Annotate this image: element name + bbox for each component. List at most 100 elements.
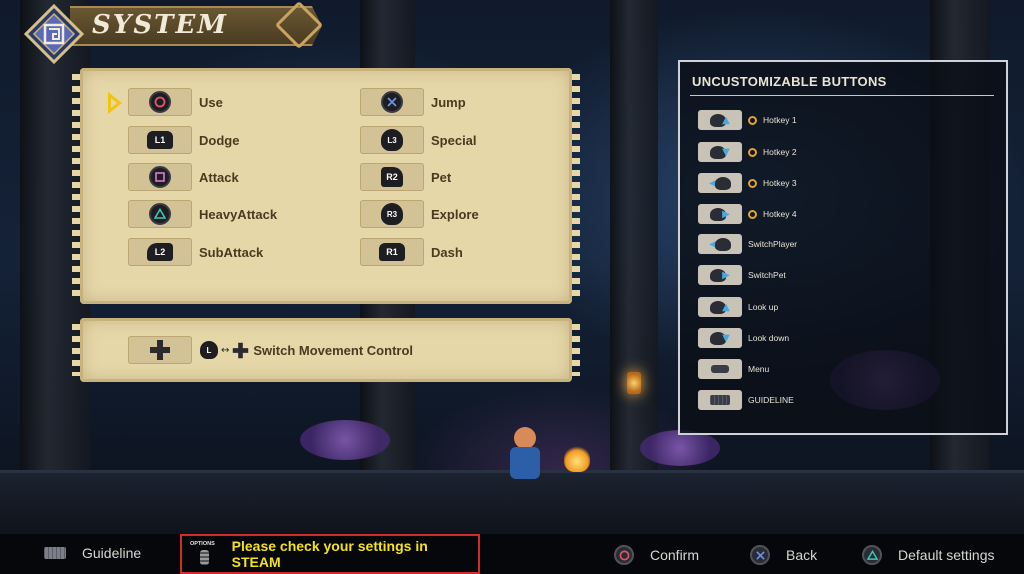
binding-label: HeavyAttack: [199, 206, 278, 222]
page-title: SYSTEM: [92, 10, 229, 40]
uncustomizable-buttons-panel: UNCUSTOMIZABLE BUTTONS ▲ Hotkey 1 ▼ Hotk…: [678, 60, 1008, 435]
left-stick-down-icon: ▼: [698, 328, 742, 348]
r2-button-icon: R2: [381, 167, 403, 187]
crystal-cluster: [300, 420, 390, 460]
binding-row-use[interactable]: Use: [128, 88, 223, 116]
l1-button-icon: L1: [147, 131, 173, 149]
hotkey-indicator-icon: [748, 178, 757, 188]
right-stick-right-icon: ▶: [698, 204, 742, 224]
hotkey-indicator-icon: [748, 147, 757, 157]
list-item: ▲ Hotkey 1: [698, 110, 797, 130]
list-item-label: Menu: [748, 364, 770, 374]
touchpad-icon: [44, 547, 66, 559]
binding-row-special[interactable]: L3 Special: [360, 126, 477, 154]
uncustomizable-title: UNCUSTOMIZABLE BUTTONS: [692, 74, 887, 89]
movement-control-label: Switch Movement Control: [253, 342, 414, 358]
binding-key-slot[interactable]: [128, 336, 192, 364]
footer-bar: Guideline OPTIONS Please check your sett…: [0, 534, 1024, 574]
binding-row-subattack[interactable]: L2 SubAttack: [128, 238, 263, 266]
dpad-icon: [233, 342, 249, 358]
binding-row-jump[interactable]: Jump: [360, 88, 466, 116]
crystal-cluster: [640, 430, 720, 466]
list-item: ▶ Hotkey 4: [698, 204, 797, 224]
binding-label: Dash: [431, 244, 463, 260]
confirm-button[interactable]: Confirm: [614, 545, 699, 565]
list-item-label: Look up: [748, 302, 779, 312]
binding-label: SubAttack: [199, 244, 264, 260]
list-item-label: Hotkey 3: [763, 178, 797, 188]
right-stick-up-icon: ▲: [698, 110, 742, 130]
binding-label: Special: [431, 132, 477, 148]
binding-label: Explore: [431, 206, 479, 222]
options-button-icon: OPTIONS: [190, 540, 220, 568]
binding-row-movement[interactable]: L ↔ Switch Movement Control: [128, 336, 413, 364]
dpad-icon: [150, 340, 170, 360]
cross-button-icon: [381, 91, 403, 113]
right-stick-left-icon: ◀: [698, 173, 742, 193]
binding-label: Dodge: [199, 132, 240, 148]
touchpad-icon: [698, 390, 742, 410]
guideline-label: Guideline: [82, 545, 142, 561]
binding-row-dodge[interactable]: L1 Dodge: [128, 126, 239, 154]
binding-key-slot[interactable]: R2: [360, 163, 424, 191]
list-item-label: Look down: [748, 333, 790, 343]
swap-arrows-icon: ↔: [221, 344, 230, 356]
binding-key-slot[interactable]: [128, 200, 192, 228]
cross-button-icon: [750, 545, 770, 565]
binding-key-slot[interactable]: L1: [128, 126, 192, 154]
binding-key-slot[interactable]: L3: [360, 126, 424, 154]
binding-row-pet[interactable]: R2 Pet: [360, 163, 451, 191]
right-stick-down-icon: ▼: [698, 142, 742, 162]
binding-key-slot[interactable]: [128, 163, 192, 191]
list-item: GUIDELINE: [698, 390, 794, 410]
list-item: Menu: [698, 359, 769, 379]
list-item: ▼ Hotkey 2: [698, 142, 797, 162]
triangle-button-icon: [862, 545, 882, 565]
player-character: [500, 425, 560, 485]
l2-button-icon: L2: [147, 243, 173, 261]
hotkey-indicator-icon: [748, 209, 757, 219]
list-item-label: Hotkey 1: [763, 115, 797, 125]
list-item: ◀ SwitchPlayer: [698, 234, 797, 254]
binding-label: Jump: [431, 94, 466, 110]
circle-button-icon: [614, 545, 634, 565]
r3-stick-icon: R3: [381, 203, 403, 225]
steam-notice: OPTIONS Please check your settings in ST…: [180, 534, 480, 574]
binding-key-slot[interactable]: [128, 88, 192, 116]
binding-label: Use: [199, 94, 223, 110]
binding-row-attack[interactable]: Attack: [128, 163, 239, 191]
hotkey-indicator-icon: [748, 115, 757, 125]
divider: [690, 95, 994, 96]
left-stick-up-icon: ▲: [698, 297, 742, 317]
options-button-icon: [698, 359, 742, 379]
left-stick-icon: L: [200, 341, 218, 359]
binding-key-slot[interactable]: L2: [128, 238, 192, 266]
default-settings-label: Default settings: [898, 547, 995, 563]
list-item: ▶ SwitchPet: [698, 265, 786, 285]
binding-row-heavyattack[interactable]: HeavyAttack: [128, 200, 277, 228]
steam-notice-text: Please check your settings in STEAM: [231, 538, 428, 570]
left-stick-left-icon: ◀: [698, 234, 742, 254]
l3-stick-icon: L3: [381, 129, 403, 151]
binding-row-dash[interactable]: R1 Dash: [360, 238, 463, 266]
binding-row-explore[interactable]: R3 Explore: [360, 200, 479, 228]
list-item-label: SwitchPet: [748, 270, 786, 280]
binding-key-slot[interactable]: R1: [360, 238, 424, 266]
default-settings-button[interactable]: Default settings: [862, 545, 995, 565]
back-button[interactable]: Back: [750, 545, 817, 565]
binding-key-slot[interactable]: [360, 88, 424, 116]
list-item: ▲ Look up: [698, 297, 778, 317]
binding-label: Attack: [199, 169, 239, 185]
circle-button-icon: [149, 91, 171, 113]
list-item: ◀ Hotkey 3: [698, 173, 797, 193]
back-label: Back: [786, 547, 818, 563]
list-item-label: SwitchPlayer: [748, 239, 798, 249]
guideline-button[interactable]: Guideline: [44, 545, 141, 561]
system-emblem-icon: [24, 4, 84, 64]
list-item-label: Hotkey 4: [763, 209, 797, 219]
triangle-button-icon: [149, 203, 171, 225]
lantern-icon: [627, 372, 641, 394]
binding-key-slot[interactable]: R3: [360, 200, 424, 228]
list-item-label: Hotkey 2: [763, 147, 797, 157]
list-item: ▼ Look down: [698, 328, 789, 348]
